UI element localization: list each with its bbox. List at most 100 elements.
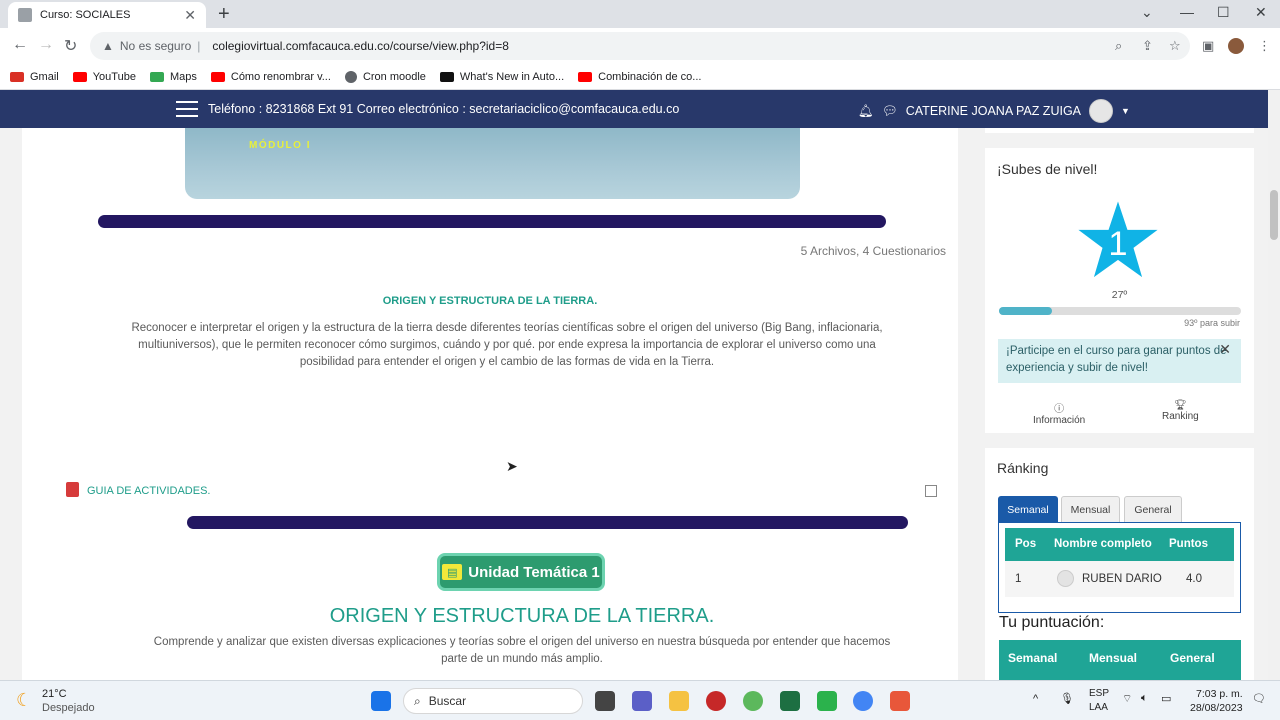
bookmark-maps[interactable]: Maps [149,71,197,83]
warning-icon: ▲ [102,39,114,53]
level-progress-fill [999,307,1053,315]
info-icon: ⓘ [1054,404,1065,415]
utorrent-icon[interactable] [743,691,763,711]
teams-icon[interactable] [632,691,652,711]
unidad-label: Unidad Temática 1 [468,563,600,581]
module-banner-image: MÓDULO I [185,128,800,199]
files-count: 5 Archivos, 4 Cuestionarios [800,244,946,258]
menu-icon[interactable]: ⋮ [1258,38,1271,54]
reload-icon[interactable]: ↻ [64,36,77,56]
youtube-icon [210,71,225,82]
level-rank: 27º [1111,289,1128,301]
new-tab-button[interactable]: + [218,3,230,26]
globe-icon [344,70,357,83]
wifi-icon[interactable]: ⌔ [1122,692,1132,706]
close-window-button[interactable]: ✕ [1255,4,1267,21]
trophy-icon: 🏆︎ [1174,400,1187,411]
info-link[interactable]: ⓘ Información [1033,400,1085,426]
tab-mensual[interactable]: Mensual [1061,496,1120,522]
bookmark-gmail[interactable]: Gmail [10,71,59,83]
notification-bell-icon[interactable]: 🔔︎ [858,104,874,119]
windows-taskbar: ☾ 21°C Despejado ⌕ Buscar ^ 🎙︎ ESP LAA ⌔… [0,680,1280,720]
forward-icon[interactable]: → [38,36,54,54]
bookmark-star-icon[interactable]: ☆ [1169,38,1181,54]
scrollbar-thumb[interactable] [1270,190,1278,240]
bookmark-whatsnew[interactable]: What's New in Auto... [439,71,564,83]
volume-icon[interactable]: 🔈︎ [1141,692,1148,705]
caret-down-icon: ▼ [1121,106,1130,116]
score-tab-semanal[interactable]: Semanal [1008,651,1057,665]
separator: | [197,39,201,53]
app-red-icon[interactable] [706,691,726,711]
unit-description: Comprende y analizar que existen diversa… [153,636,891,665]
search-label: Buscar [428,694,467,708]
minimize-button[interactable]: — [1180,4,1194,20]
address-bar[interactable]: ▲ No es seguro | colegiovirtual.comfacau… [90,32,1190,60]
taskbar-search[interactable]: ⌕ Buscar [403,688,583,714]
level-progress-bar [999,307,1241,315]
page-scrollbar[interactable] [1268,90,1280,680]
close-tab-icon[interactable]: ✕ [184,7,196,24]
bookmark-cron[interactable]: Cron moodle [344,70,426,83]
ranking-row: 1 RUBEN DARIO 4.0 [1005,561,1234,597]
tab-bar: Curso: SOCIALES ✕ + ⌄ — ☐ ✕ [0,0,1280,28]
level-title: ¡Subes de nivel! [997,161,1098,177]
back-icon[interactable]: ← [12,36,28,54]
pdf-file-icon [66,482,79,497]
excel-icon[interactable] [780,691,800,711]
microphone-icon[interactable]: 🎙︎ [1060,692,1074,705]
bookmark-renombrar[interactable]: Cómo renombrar v... [210,71,331,83]
divider-bar [98,215,886,228]
task-view-icon[interactable] [595,691,615,711]
youtube-icon [72,71,87,82]
screen-recorder-icon[interactable] [890,691,910,711]
browser-tab[interactable]: Curso: SOCIALES ✕ [8,2,206,28]
windows-start-icon[interactable] [371,691,391,711]
tab-semanal[interactable]: Semanal [998,496,1058,522]
page-main: MÓDULO I 5 Archivos, 4 Cuestionarios ORI… [0,128,1268,680]
hamburger-menu-icon[interactable] [176,101,198,117]
header-name: Nombre completo [1054,538,1152,550]
score-tab-general[interactable]: General [1170,651,1215,665]
top-card-edge [985,128,1254,133]
tray-expand-icon[interactable]: ^ [1033,693,1038,705]
ranking-title: Ránking [997,460,1049,476]
chrome-icon[interactable] [853,691,873,711]
maximize-button[interactable]: ☐ [1217,4,1230,21]
profile-avatar[interactable] [1228,38,1244,54]
close-alert-icon[interactable]: ✕ [1219,341,1231,358]
camtasia-icon[interactable] [817,691,837,711]
share-icon[interactable]: ⇪ [1142,38,1153,54]
clock-time[interactable]: 7:03 p. m. [1196,688,1243,700]
tab-search-icon[interactable]: ⌄ [1141,4,1153,21]
activity-guide-link[interactable]: GUIA DE ACTIVIDADES. [87,485,210,497]
battery-icon[interactable]: ▭ [1161,692,1171,705]
banner-label: MÓDULO I [249,140,311,151]
row-points: 4.0 [1186,573,1202,585]
youtube-icon [578,71,593,82]
zoom-icon[interactable]: ⌕ [1115,38,1122,54]
side-panel-icon[interactable]: ▣ [1202,38,1214,54]
language-code[interactable]: ESP [1089,688,1109,699]
ranking-link[interactable]: 🏆︎ Ranking [1162,400,1199,422]
info-label: Información [1033,415,1086,426]
mouse-cursor-icon: ➤ [506,458,518,474]
keyboard-layout[interactable]: LAA [1089,702,1108,713]
clock-date[interactable]: 28/08/2023 [1190,702,1243,714]
completion-checkbox[interactable] [925,485,937,497]
user-name: CATERINE JOANA PAZ ZUIGA [905,104,1082,118]
bookmark-combinacion[interactable]: Combinación de co... [578,71,701,83]
file-explorer-icon[interactable] [669,691,689,711]
score-tab-mensual[interactable]: Mensual [1089,651,1137,665]
row-pos: 1 [1015,573,1022,585]
user-menu[interactable]: 🔔︎ 💬︎ CATERINE JOANA PAZ ZUIGA ▼ [858,99,1130,123]
level-number: 1 [1108,225,1127,263]
messages-icon[interactable]: 💬︎ [882,104,898,119]
bookmark-youtube[interactable]: YouTube [72,71,136,83]
book-icon: ▤ [442,564,463,580]
tab-general[interactable]: General [1124,496,1182,522]
site-favicon-icon [18,8,32,22]
notifications-icon[interactable]: 🗨︎ [1252,692,1266,705]
tab-title: Curso: SOCIALES [40,9,131,21]
site-navbar: Teléfono : 8231868 Ext 91 Correo electró… [0,90,1268,128]
